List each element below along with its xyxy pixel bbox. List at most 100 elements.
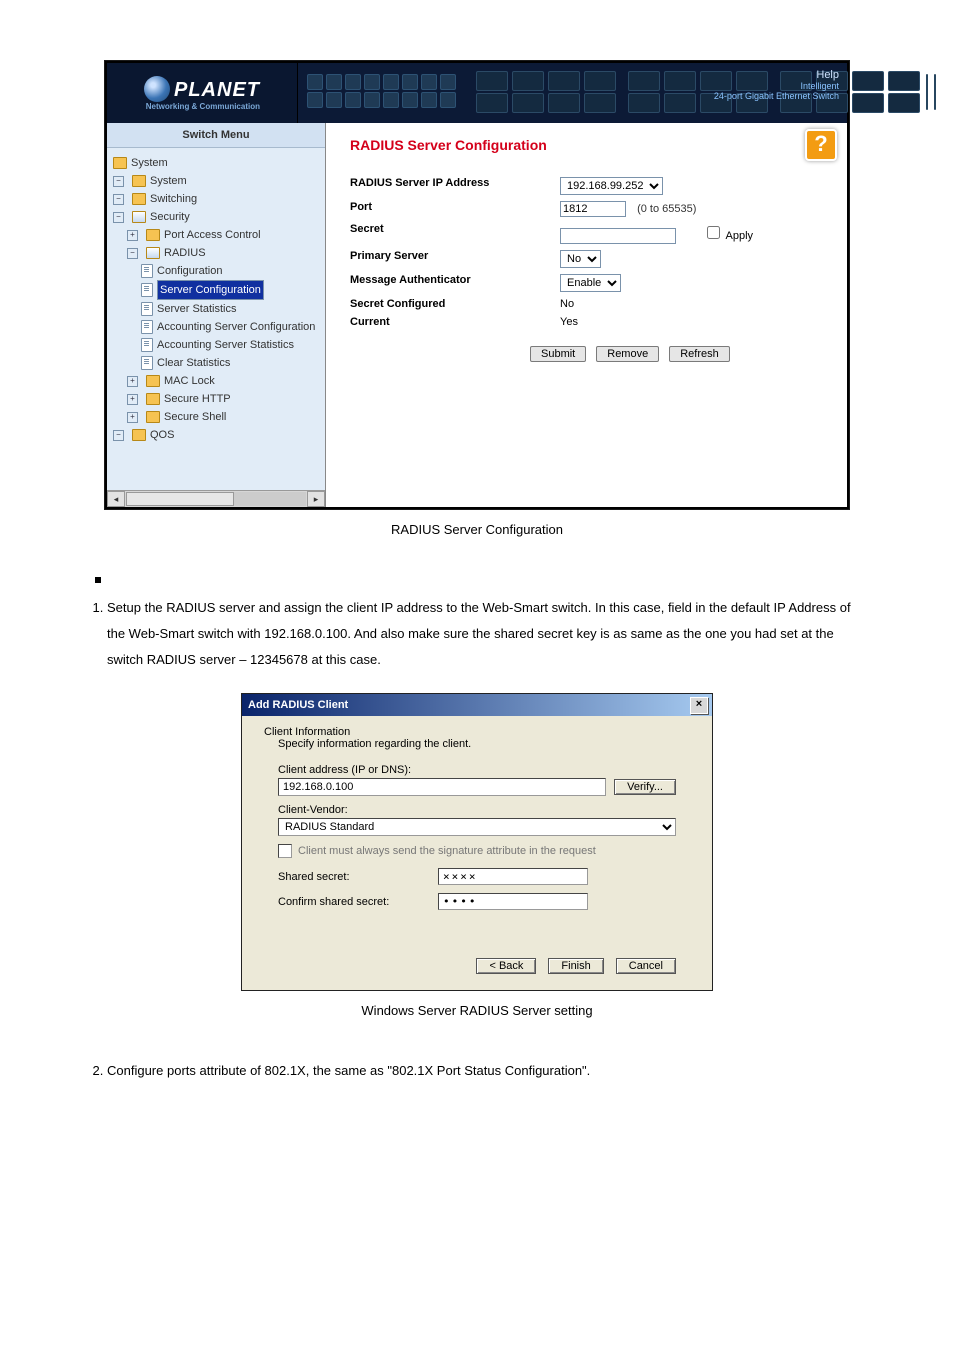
dialog-titlebar: Add RADIUS Client × xyxy=(242,694,712,716)
rj45-ports xyxy=(476,71,920,113)
folder-icon xyxy=(146,393,160,405)
label-port: Port xyxy=(350,201,560,217)
expand-icon[interactable]: + xyxy=(127,230,138,241)
folder-icon xyxy=(146,375,160,387)
switch-header: PLANET Networking & Communication xyxy=(107,63,847,123)
apply-checkbox[interactable] xyxy=(707,226,720,239)
client-addr-label: Client address (IP or DNS): xyxy=(278,764,676,776)
scroll-track[interactable] xyxy=(126,492,306,506)
switch-body: Switch Menu System −System −Switching −S… xyxy=(107,123,847,507)
folder-open-icon xyxy=(146,247,160,259)
collapse-icon[interactable]: − xyxy=(127,248,138,259)
folder-icon xyxy=(146,411,160,423)
folder-icon xyxy=(146,229,160,241)
verify-button[interactable]: Verify... xyxy=(614,779,676,795)
nav-mac-lock[interactable]: MAC Lock xyxy=(164,372,215,390)
nav-server-stats[interactable]: Server Statistics xyxy=(157,300,236,318)
scroll-thumb[interactable] xyxy=(126,492,234,506)
sidebar-title: Switch Menu xyxy=(107,123,325,148)
brand-subtitle: Networking & Communication xyxy=(144,102,260,111)
led-panel xyxy=(307,74,456,110)
port-input[interactable] xyxy=(560,201,626,217)
nav-secure-http[interactable]: Secure HTTP xyxy=(164,390,231,408)
nav-system-2[interactable]: System xyxy=(150,172,187,190)
nav-port-access[interactable]: Port Access Control xyxy=(164,226,261,244)
instruction-list: Setup the RADIUS server and assign the c… xyxy=(85,595,869,673)
value-secretconf: No xyxy=(560,298,574,310)
header-right: Help Intelligent 24-port Gigabit Etherne… xyxy=(714,69,839,101)
cancel-button[interactable]: Cancel xyxy=(616,958,676,974)
page-title: RADIUS Server Configuration xyxy=(350,137,833,153)
nav-sidebar: Switch Menu System −System −Switching −S… xyxy=(107,123,326,507)
nav-security[interactable]: Security xyxy=(150,208,190,226)
secret-input[interactable] xyxy=(560,228,676,244)
collapse-icon[interactable]: − xyxy=(113,212,124,223)
scroll-left-icon[interactable]: ◂ xyxy=(107,491,125,507)
nav-radius-conf[interactable]: Configuration xyxy=(157,262,222,280)
page-icon xyxy=(141,264,153,278)
primary-select[interactable]: No xyxy=(560,250,601,268)
finish-button[interactable]: Finish xyxy=(548,958,603,974)
dialog-footer: < Back Finish Cancel xyxy=(278,958,676,974)
expand-icon[interactable]: + xyxy=(127,376,138,387)
nav-acct-conf[interactable]: Accounting Server Configuration xyxy=(157,318,315,336)
shared-secret-label: Shared secret: xyxy=(278,871,438,883)
nav-system[interactable]: System xyxy=(131,154,168,172)
nav-acct-stats[interactable]: Accounting Server Statistics xyxy=(157,336,294,354)
folder-icon xyxy=(113,157,127,169)
label-primary: Primary Server xyxy=(350,250,560,268)
section-bullet xyxy=(95,577,101,583)
nav-clear-stats[interactable]: Clear Statistics xyxy=(157,354,230,372)
collapse-icon[interactable]: − xyxy=(113,176,124,187)
page-icon xyxy=(141,283,153,297)
signature-checkbox-label: Client must always send the signature at… xyxy=(298,845,596,857)
label-secretconf: Secret Configured xyxy=(350,298,560,310)
instruction-list-2: Configure ports attribute of 802.1X, the… xyxy=(85,1058,869,1084)
label-ip: RADIUS Server IP Address xyxy=(350,177,560,195)
nav-tree: System −System −Switching −Security +Por… xyxy=(107,148,325,504)
expand-icon[interactable]: + xyxy=(127,412,138,423)
nav-qos[interactable]: QOS xyxy=(150,426,174,444)
page-icon xyxy=(141,338,153,352)
instruction-step-1: Setup the RADIUS server and assign the c… xyxy=(107,595,869,673)
dialog-section-head: Client Information Specify information r… xyxy=(264,726,690,750)
ip-select[interactable]: 192.168.99.252 xyxy=(560,177,663,195)
device-illustration xyxy=(307,71,777,115)
switch-ui-screenshot: PLANET Networking & Communication xyxy=(104,60,850,510)
signature-checkbox[interactable] xyxy=(278,844,292,858)
globe-icon xyxy=(144,76,170,102)
help-link[interactable]: Help xyxy=(714,69,839,81)
shared-secret-input[interactable] xyxy=(438,868,588,885)
brand-area: PLANET Networking & Communication xyxy=(107,63,298,123)
confirm-secret-input[interactable] xyxy=(438,893,588,910)
instruction-step-2: Configure ports attribute of 802.1X, the… xyxy=(107,1058,869,1084)
msgauth-select[interactable]: Enable xyxy=(560,274,621,292)
nav-radius[interactable]: RADIUS xyxy=(164,244,206,262)
refresh-button[interactable]: Refresh xyxy=(669,346,730,362)
client-addr-input[interactable] xyxy=(278,778,606,796)
horizontal-scrollbar[interactable]: ◂ ▸ xyxy=(107,490,325,507)
caption-2: Windows Server RADIUS Server setting xyxy=(0,1003,954,1018)
device-model-1: Intelligent xyxy=(800,81,839,91)
folder-icon xyxy=(132,175,146,187)
submit-button[interactable]: Submit xyxy=(530,346,586,362)
collapse-icon[interactable]: − xyxy=(113,430,124,441)
scroll-right-icon[interactable]: ▸ xyxy=(307,491,325,507)
close-icon[interactable]: × xyxy=(690,697,708,714)
vendor-select[interactable]: RADIUS Standard xyxy=(278,818,676,836)
expand-icon[interactable]: + xyxy=(127,394,138,405)
device-model-2: 24-port Gigabit Ethernet Switch xyxy=(714,91,839,101)
help-icon[interactable]: ? xyxy=(805,129,837,161)
nav-server-conf[interactable]: Server Configuration xyxy=(157,280,264,300)
collapse-icon[interactable]: − xyxy=(113,194,124,205)
nav-secure-shell[interactable]: Secure Shell xyxy=(164,408,226,426)
page-icon xyxy=(141,320,153,334)
remove-button[interactable]: Remove xyxy=(596,346,659,362)
label-msgauth: Message Authenticator xyxy=(350,274,560,292)
nav-switching[interactable]: Switching xyxy=(150,190,197,208)
page-icon xyxy=(141,356,153,370)
back-button[interactable]: < Back xyxy=(476,958,536,974)
dialog-body: Client Information Specify information r… xyxy=(242,716,712,990)
label-secret: Secret xyxy=(350,223,560,244)
content-pane: ? RADIUS Server Configuration RADIUS Ser… xyxy=(326,123,847,507)
